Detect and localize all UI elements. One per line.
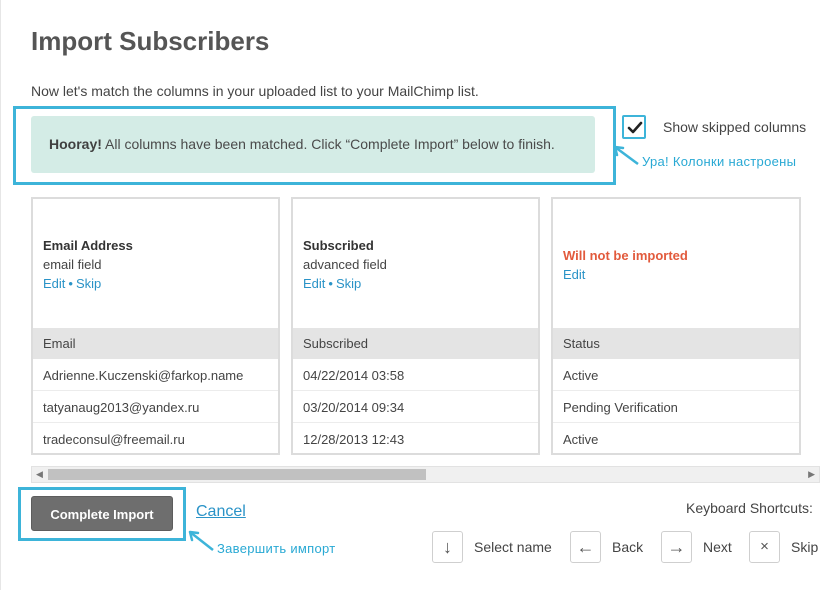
shortcut-label-next: Next: [703, 539, 732, 555]
edit-link[interactable]: Edit: [303, 276, 325, 291]
shortcut-label-back: Back: [612, 539, 644, 555]
column-type: advanced field: [303, 257, 387, 272]
page-left-border: [0, 0, 1, 590]
scroll-left-icon[interactable]: ◀: [36, 469, 43, 480]
page-title: Import Subscribers: [31, 26, 270, 56]
success-banner: Hooray! All columns have been matched. C…: [31, 116, 595, 173]
column-name: Subscribed: [303, 238, 374, 253]
table-row: 04/22/2014 03:58: [293, 359, 538, 391]
banner-strong: Hooray!: [49, 136, 102, 152]
skip-link[interactable]: Skip: [336, 276, 361, 291]
shortcut-label-skip: Skip: [791, 539, 819, 555]
arrow-down-key-icon: ↓: [432, 531, 463, 563]
scroll-right-icon[interactable]: ▶: [808, 469, 815, 480]
scrollbar-thumb[interactable]: [48, 469, 426, 480]
complete-annotation: Завершить импорт: [217, 541, 336, 556]
column-card-subscribed: Subscribed advanced field Edit • Skip Subs…: [291, 197, 540, 455]
table-row: Active: [563, 432, 599, 447]
column-card-email: Email Address email field Edit • Skip Emai…: [31, 197, 280, 455]
shortcut-label-select: Select name: [474, 539, 552, 555]
banner-annotation: Ура! Колонки настроены: [642, 154, 797, 169]
table-row: 12/28/2013 12:43: [303, 432, 405, 447]
table-row: 03/20/2014 09:34: [293, 391, 538, 423]
checkmark-icon: [627, 121, 643, 134]
table-row: tradeconsul@freemail.ru: [43, 432, 185, 447]
banner-text: All columns have been matched. Click “Co…: [101, 136, 555, 152]
show-skipped-label[interactable]: Show skipped columns: [663, 119, 806, 135]
column-source-header: Status: [553, 328, 799, 359]
edit-link[interactable]: Edit: [563, 267, 585, 282]
annotation-arrow-icon: [188, 530, 214, 551]
link-separator: •: [328, 276, 333, 291]
table-row: tatyanaug2013@yandex.ru: [33, 391, 278, 423]
not-imported-status: Will not be imported: [563, 248, 688, 263]
column-name: Email Address: [43, 238, 133, 253]
column-source-header: Email: [33, 328, 278, 359]
cancel-link[interactable]: Cancel: [196, 503, 246, 521]
column-source-header: Subscribed: [293, 328, 538, 359]
skip-key-icon: ×: [749, 531, 780, 563]
column-type: email field: [43, 257, 102, 272]
skip-link[interactable]: Skip: [76, 276, 101, 291]
complete-import-button[interactable]: Complete Import: [31, 496, 173, 531]
table-row: Adrienne.Kuczenski@farkop.name: [33, 359, 278, 391]
horizontal-scrollbar[interactable]: ◀ ▶: [31, 466, 820, 483]
arrow-left-key-icon: ←: [570, 531, 601, 563]
column-card-status: Will not be imported Edit Status Active …: [551, 197, 801, 455]
table-row: Active: [553, 359, 799, 391]
link-separator: •: [68, 276, 73, 291]
page-intro: Now let's match the columns in your uplo…: [31, 83, 479, 99]
edit-link[interactable]: Edit: [43, 276, 65, 291]
annotation-arrow-icon: [613, 145, 639, 166]
arrow-right-key-icon: →: [661, 531, 692, 563]
show-skipped-checkbox[interactable]: [622, 115, 646, 139]
table-row: Pending Verification: [553, 391, 799, 423]
keyboard-shortcuts-title: Keyboard Shortcuts:: [686, 500, 813, 516]
